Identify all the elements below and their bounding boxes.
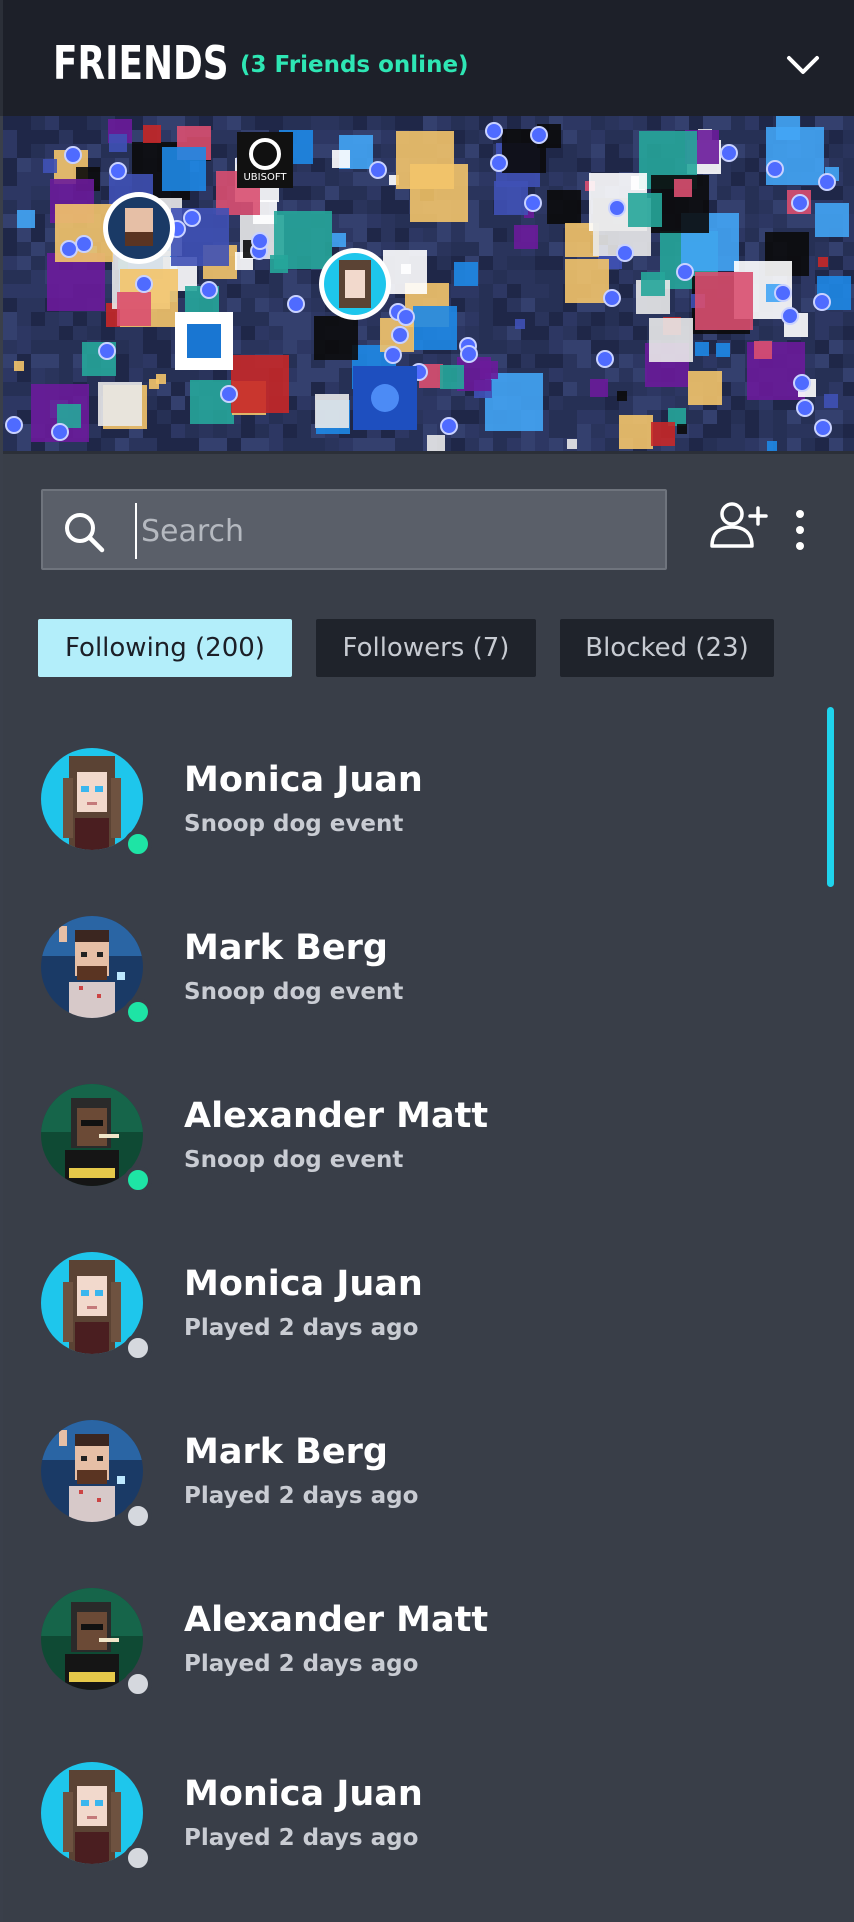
online-status-dot [124, 1166, 152, 1194]
friend-row[interactable]: Monica Juan Snoop dog event [0, 748, 800, 868]
more-options-icon[interactable] [790, 508, 810, 556]
friend-name[interactable]: Alexander Matt [184, 1600, 488, 1640]
friend-row[interactable]: Monica Juan Played 2 days ago [0, 1252, 800, 1372]
page-title: FRIENDS [53, 36, 229, 90]
chevron-down-icon[interactable] [783, 44, 823, 84]
offline-status-dot [124, 1334, 152, 1362]
friend-name[interactable]: Monica Juan [184, 760, 423, 800]
online-status-dot [124, 830, 152, 858]
friend-row[interactable]: Mark Berg Snoop dog event [0, 916, 800, 1036]
scrollbar[interactable] [827, 707, 834, 887]
offline-status-dot [124, 1502, 152, 1530]
friends-header: FRIENDS (3 Friends online) [0, 0, 854, 116]
friend-name[interactable]: Mark Berg [184, 1432, 388, 1472]
online-status-dot [124, 998, 152, 1026]
tab-following[interactable]: Following (200) [38, 619, 292, 677]
friend-row[interactable]: Alexander Matt Snoop dog event [0, 1084, 800, 1204]
offline-status-dot [124, 1670, 152, 1698]
map-canvas: UBISOFT [3, 116, 854, 451]
friend-status-text: Snoop dog event [184, 979, 404, 1005]
add-friend-icon[interactable] [708, 500, 768, 550]
world-map[interactable]: UBISOFT [3, 116, 854, 454]
tab-followers[interactable]: Followers (7) [316, 619, 536, 677]
tab-blocked[interactable]: Blocked (23) [560, 619, 774, 677]
friend-name[interactable]: Monica Juan [184, 1264, 423, 1304]
friend-status-text: Played 2 days ago [184, 1315, 419, 1341]
offline-status-dot [124, 1844, 152, 1872]
friend-status-text: Snoop dog event [184, 1147, 404, 1173]
online-count: (3 Friends online) [240, 52, 469, 78]
search-input[interactable] [135, 503, 635, 559]
friend-row[interactable]: Alexander Matt Played 2 days ago [0, 1588, 800, 1708]
friend-name[interactable]: Monica Juan [184, 1774, 423, 1814]
friend-status-text: Played 2 days ago [184, 1483, 419, 1509]
friend-status-text: Played 2 days ago [184, 1651, 419, 1677]
friend-name[interactable]: Mark Berg [184, 928, 388, 968]
friend-status-text: Snoop dog event [184, 811, 404, 837]
friend-row[interactable]: Mark Berg Played 2 days ago [0, 1420, 800, 1540]
search-icon [65, 513, 105, 553]
friend-row[interactable]: Monica Juan Played 2 days ago [0, 1762, 800, 1882]
friend-status-text: Played 2 days ago [184, 1825, 419, 1851]
ubisoft-logo: UBISOFT [243, 172, 287, 183]
friend-name[interactable]: Alexander Matt [184, 1096, 488, 1136]
search-box [41, 489, 667, 570]
